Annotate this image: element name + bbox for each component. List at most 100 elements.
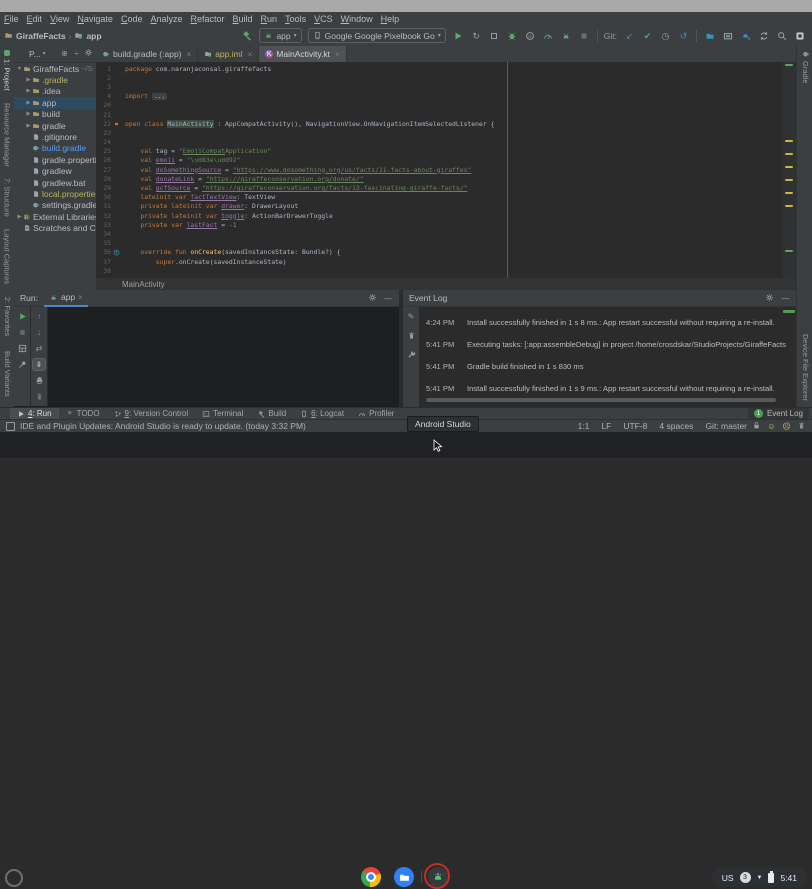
minimize-icon[interactable]: — xyxy=(384,293,393,304)
toolwindow-button-9--version-control[interactable]: 9: Version Control xyxy=(107,408,196,419)
edit-settings-icon[interactable]: ✎ xyxy=(405,311,417,322)
breadcrumb-class[interactable]: MainActivity xyxy=(122,280,165,289)
tree-arrow-icon[interactable]: ▶ xyxy=(25,111,32,117)
code-line[interactable] xyxy=(125,138,782,147)
pin-icon[interactable] xyxy=(16,359,28,370)
code-line[interactable]: private var lastFact = -1 xyxy=(125,220,782,229)
soft-wrap-icon[interactable]: ⇄ xyxy=(33,343,45,354)
menu-item-navigate[interactable]: Navigate xyxy=(73,14,117,24)
status-message[interactable]: IDE and Plugin Updates: Android Studio i… xyxy=(20,421,306,431)
menu-item-vcs[interactable]: VCS xyxy=(310,14,337,24)
files-app-icon[interactable] xyxy=(394,867,414,887)
gutter-line[interactable]: 21 xyxy=(96,110,122,119)
tree-item--idea[interactable]: ▶.idea xyxy=(14,86,96,97)
event-log-button[interactable]: 1 Event Log xyxy=(748,408,809,419)
system-tray[interactable]: US 3 ▼ 5:41 xyxy=(712,868,807,887)
chrome-icon[interactable] xyxy=(361,867,381,887)
gutter-line[interactable]: 27 xyxy=(96,165,122,174)
code-line[interactable]: val gcfSource = "https://giraffeconserva… xyxy=(125,183,782,192)
breadcrumb-project[interactable]: GiraffeFacts xyxy=(16,31,66,41)
gutter-line[interactable]: 35 xyxy=(96,239,122,248)
gutter-line[interactable]: 30 xyxy=(96,193,122,202)
code-line[interactable] xyxy=(125,110,782,119)
horizontal-scrollbar[interactable] xyxy=(426,398,776,402)
code-line[interactable] xyxy=(125,239,782,248)
gutter-line[interactable]: 29 xyxy=(96,183,122,192)
status-widget-lf[interactable]: LF xyxy=(601,421,611,431)
stripe-device-file-explorer[interactable]: Device File Explorer xyxy=(801,334,810,401)
apply-code-changes-icon[interactable] xyxy=(488,29,501,42)
tree-item-app[interactable]: ▶app xyxy=(14,97,96,108)
tree-item-build-gradle[interactable]: build.gradle xyxy=(14,143,96,154)
stripe----structure[interactable]: 7: Structure xyxy=(3,178,12,217)
menu-item-refactor[interactable]: Refactor xyxy=(187,14,229,24)
restore-layout-icon[interactable] xyxy=(16,343,28,354)
code-line[interactable]: override fun onCreate(savedInstanceState… xyxy=(125,248,782,257)
toolwindow-button-todo[interactable]: ≡TODO xyxy=(59,408,107,419)
gutter-line[interactable]: 20 xyxy=(96,101,122,110)
gutter-line[interactable]: 2 xyxy=(96,73,122,82)
tree-item-gradle-properties[interactable]: gradle.properties xyxy=(14,154,96,165)
editor-code-area[interactable]: package com.naranjaconsal.giraffefactsim… xyxy=(122,62,782,278)
gutter-line[interactable]: 25 xyxy=(96,147,122,156)
select-opened-file-icon[interactable]: ⊕ xyxy=(60,48,69,59)
gutter-line[interactable]: 33 xyxy=(96,220,122,229)
run-tab-app[interactable]: app × xyxy=(44,289,88,307)
gutter-line[interactable]: 32 xyxy=(96,211,122,220)
menu-item-help[interactable]: Help xyxy=(377,14,404,24)
tree-arrow-icon[interactable]: ▶ xyxy=(25,100,32,106)
gutter-line[interactable]: 31 xyxy=(96,202,122,211)
stripe----project[interactable]: 1: Project xyxy=(3,50,12,91)
close-icon[interactable]: × xyxy=(248,50,253,59)
layout-inspector-icon[interactable] xyxy=(793,29,806,42)
attach-debugger-icon[interactable]: G xyxy=(524,29,537,42)
run-configuration-select[interactable]: app ▾ xyxy=(259,28,301,43)
gradle-sync-icon[interactable] xyxy=(757,29,770,42)
tab-mainactivity-kt[interactable]: KMainActivity.kt× xyxy=(259,46,346,62)
tree-item-gradle[interactable]: ▶gradle xyxy=(14,120,96,131)
up-stack-trace-icon[interactable]: ↑ xyxy=(33,311,45,322)
device-select[interactable]: Google Google Pixelbook Go ▾ xyxy=(308,28,446,43)
gutter-line[interactable]: 23 xyxy=(96,128,122,137)
tab-app-iml[interactable]: app.iml× xyxy=(198,46,259,62)
tree-arrow-icon[interactable]: ▶ xyxy=(25,77,32,83)
device-manager-icon[interactable] xyxy=(703,29,716,42)
lock-icon[interactable] xyxy=(752,421,761,432)
gutter-line[interactable]: 3 xyxy=(96,82,122,91)
status-widget-utf-8[interactable]: UTF-8 xyxy=(623,421,647,431)
search-everywhere-icon[interactable] xyxy=(775,29,788,42)
rerun-icon[interactable] xyxy=(16,311,28,322)
tree-item-external-libraries[interactable]: ▶External Libraries xyxy=(14,211,96,222)
status-widget-1[interactable]: 1:1 xyxy=(578,421,590,431)
stripe----favorites[interactable]: 2: Favorites xyxy=(3,297,12,336)
menu-item-view[interactable]: View xyxy=(46,14,73,24)
tree-item-gradlew[interactable]: gradlew xyxy=(14,166,96,177)
settings-icon[interactable] xyxy=(84,48,93,59)
close-icon[interactable]: × xyxy=(335,50,340,59)
clear-icon[interactable] xyxy=(33,391,45,402)
apply-changes-icon[interactable]: ↻ xyxy=(470,29,483,42)
tree-arrow-icon[interactable]: ▶ xyxy=(25,88,32,94)
avd-manager-icon[interactable] xyxy=(721,29,734,42)
rollback-icon[interactable]: ↺ xyxy=(677,29,690,42)
code-line[interactable]: private lateinit var drawer: DrawerLayou… xyxy=(125,202,782,211)
tree-item-scratches-and-consoles[interactable]: Scratches and Consoles xyxy=(14,222,96,233)
toolwindow-button-profiler[interactable]: Profiler xyxy=(351,408,401,419)
smile-feedback-icon[interactable]: ☺ xyxy=(767,421,776,432)
toolwindow-button-6--logcat[interactable]: 6: Logcat xyxy=(293,408,351,419)
code-line[interactable]: val donateLink = "https://giraffeconserv… xyxy=(125,174,782,183)
stripe-resource-manager[interactable]: Resource Manager xyxy=(3,103,12,167)
stop-icon[interactable] xyxy=(578,29,591,42)
menu-item-run[interactable]: Run xyxy=(257,14,282,24)
code-line[interactable]: val emoji = "\ud83e\udd92" xyxy=(125,156,782,165)
scroll-to-end-icon[interactable]: ⇟ xyxy=(33,359,45,370)
menu-item-tools[interactable]: Tools xyxy=(281,14,310,24)
tab-build-gradle---app-[interactable]: build.gradle (:app)× xyxy=(96,46,198,62)
update-project-icon[interactable]: ↙ xyxy=(623,29,636,42)
code-line[interactable] xyxy=(125,82,782,91)
gutter-line[interactable]: 24 xyxy=(96,138,122,147)
code-line[interactable]: lateinit var factTextView: TextView xyxy=(125,193,782,202)
tree-arrow-icon[interactable]: ▶ xyxy=(25,123,32,129)
minimize-icon[interactable]: — xyxy=(781,293,790,304)
print-icon[interactable] xyxy=(33,375,45,386)
